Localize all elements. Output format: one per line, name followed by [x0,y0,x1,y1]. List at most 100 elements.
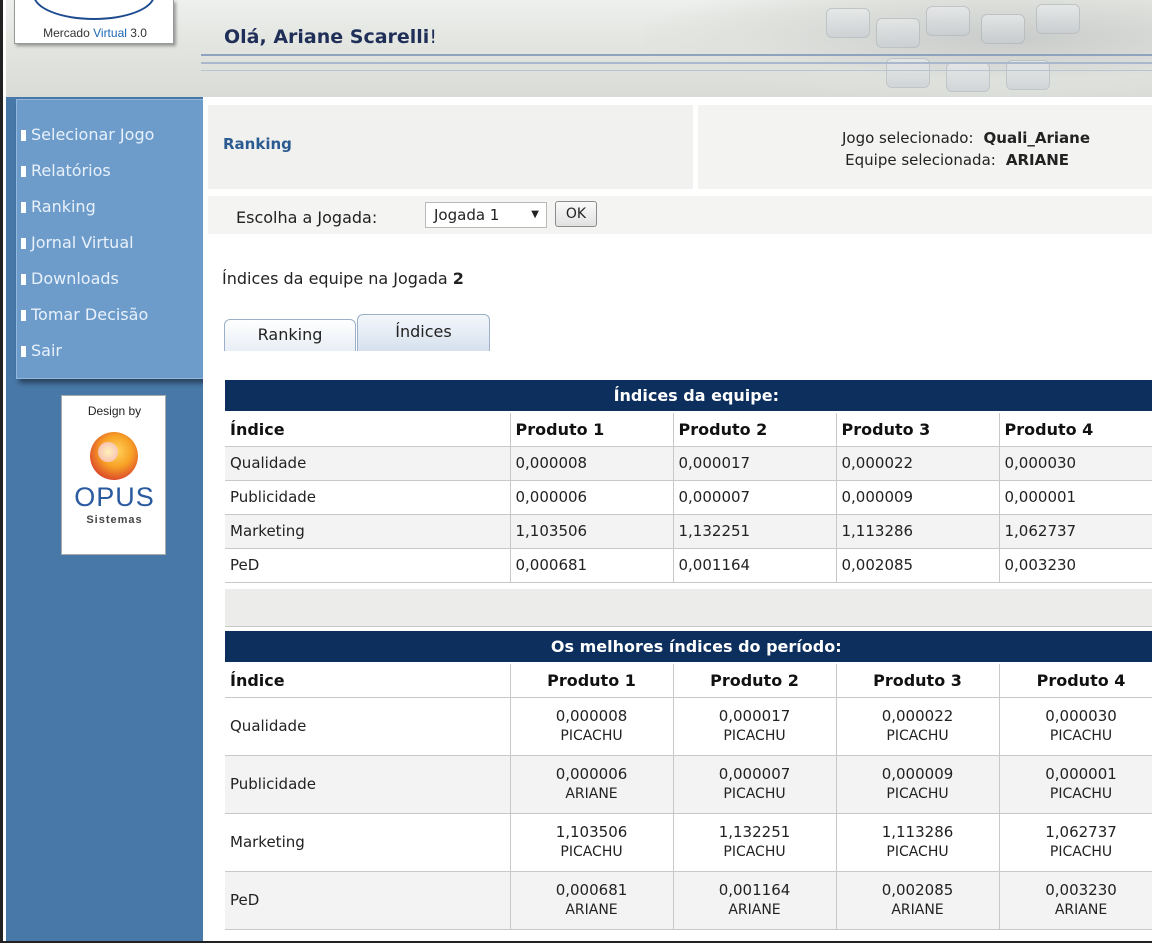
tab-indices[interactable]: Índices [357,314,490,351]
opus-subtitle: Sistemas [86,514,143,526]
sidebar-item-sair[interactable]: Sair [17,336,205,372]
sidebar-menu: Selecionar Jogo Relatórios Ranking Jorna… [16,99,206,379]
sidebar-item-tomar-decisao[interactable]: Tomar Decisão [17,300,205,336]
bullet-icon [21,346,26,357]
table-cell: 1,062737 PICACHU [999,813,1152,872]
ok-button[interactable]: OK [555,201,597,227]
table-cell: 1,113286 PICACHU [836,813,1000,872]
table-cell: 0,003230 ARIANE [999,871,1152,930]
table-cell: 0,002085 ARIANE [836,871,1000,930]
table-cell: Marketing [225,813,511,872]
table-row: PeD 0,000681 0,001164 0,002085 0,003230 [225,548,1152,583]
table-cell: 0,000030 [999,446,1152,481]
calculator-key-graphic [946,62,990,92]
table-row: Marketing 1,103506 PICACHU 1,132251 PICACH… [225,813,1152,872]
table-cell: 1,103506 PICACHU [510,813,674,872]
column-header: Produto 4 [999,412,1152,447]
page-head: Ranking [208,105,693,189]
main-content: Ranking Jogo selecionado: Quali_Ariane Eq… [203,97,1152,941]
table-cell: 0,000008 [510,446,674,481]
chevron-down-icon: ▼ [531,209,539,220]
table-cell: 1,113286 [836,514,1000,549]
tab-ranking[interactable]: Ranking [224,319,356,351]
column-header: Produto 1 [510,663,674,698]
table-cell: 0,000017 [673,446,837,481]
jogada-chooser: Escolha a Jogada: Jogada 1 ▼ OK [208,196,1152,234]
table-cell: 0,000006 ARIANE [510,755,674,814]
table-cell: 0,000007 [673,480,837,515]
table-header-row: Índice Produto 1 Produto 2 Produto 3 Pro… [225,412,1152,447]
table-cell: Qualidade [225,697,511,756]
selected-game: Jogo selecionado: Quali_Ariane [841,129,1090,147]
table-cell: PeD [225,548,511,583]
sidebar-item-jornal-virtual[interactable]: Jornal Virtual [17,228,205,264]
table-cell: PeD [225,871,511,930]
bullet-icon [21,274,26,285]
header-banner: Mercado Virtual 3.0 Olá, Ariane Scarelli… [6,0,1152,97]
column-header: Índice [225,663,511,698]
design-by-label: Design by [87,404,142,418]
column-header: Produto 2 [673,663,837,698]
indices-heading: Índices da equipe na Jogada 2 [222,269,464,288]
table-cell: 0,000022 PICACHU [836,697,1000,756]
app-frame: Mercado Virtual 3.0 Olá, Ariane Scarelli… [0,0,1152,943]
table-cell: 0,000009 PICACHU [836,755,1000,814]
bullet-icon [21,166,26,177]
header-stripe [201,70,1152,71]
table-cell: 1,103506 [510,514,674,549]
sidebar-item-relatorios[interactable]: Relatórios [17,156,205,192]
table-cell: 0,000007 PICACHU [673,755,837,814]
table-cell: 0,000006 [510,480,674,515]
table-row: PeD 0,000681 ARIANE 0,001164 ARIANE 0,0020… [225,871,1152,930]
logo[interactable]: Mercado Virtual 3.0 [14,0,174,44]
table-cell: 0,002085 [836,548,1000,583]
table-row: Publicidade 0,000006 0,000007 0,000009 0… [225,480,1152,515]
opus-name: OPUS [74,482,155,512]
column-header: Produto 1 [510,412,674,447]
table-cell: 0,000681 [510,548,674,583]
table-cell: 1,132251 PICACHU [673,813,837,872]
table-cell: 0,000030 PICACHU [999,697,1152,756]
table-cell: 0,000009 [836,480,1000,515]
opus-logo-icon [90,432,138,480]
team-indices-table: Índices da equipe: Índice Produto 1 Prod… [225,380,1152,583]
table-cell: 0,000008 PICACHU [510,697,674,756]
table-cell: 0,003230 [999,548,1152,583]
table-cell: 0,000001 PICACHU [999,755,1152,814]
table-header-row: Índice Produto 1 Produto 2 Produto 3 Pro… [225,663,1152,698]
jogada-label: Escolha a Jogada: [236,208,378,227]
table-title: Índices da equipe: [225,380,1152,413]
sidebar-item-selecionar-jogo[interactable]: Selecionar Jogo [17,120,205,156]
jogada-select[interactable]: Jogada 1 ▼ [425,202,547,228]
column-header: Produto 3 [836,663,1000,698]
table-cell: Publicidade [225,480,511,515]
table-cell: Qualidade [225,446,511,481]
sidebar-item-ranking[interactable]: Ranking [17,192,205,228]
table-row: Marketing 1,103506 1,132251 1,113286 1,0… [225,514,1152,549]
column-header: Produto 4 [999,663,1152,698]
bullet-icon [21,238,26,249]
sidebar: Selecionar Jogo Relatórios Ranking Jorna… [6,97,206,941]
table-title: Os melhores índices do período: [225,631,1152,664]
column-header: Produto 3 [836,412,1000,447]
column-header: Índice [225,412,511,447]
bullet-icon [21,310,26,321]
calculator-key-graphic [981,14,1025,44]
table-cell: 0,000017 PICACHU [673,697,837,756]
best-indices-table: Os melhores índices do período: Índice P… [225,631,1152,930]
table-cell: 0,000001 [999,480,1152,515]
calculator-key-graphic [926,6,970,36]
table-cell: 0,001164 [673,548,837,583]
calculator-key-graphic [1036,4,1080,34]
table-row: Qualidade 0,000008 0,000017 0,000022 0,0… [225,446,1152,481]
design-by-badge[interactable]: Design by OPUS Sistemas [61,395,166,555]
calculator-key-graphic [876,18,920,48]
table-cell: 0,001164 ARIANE [673,871,837,930]
greeting: Olá, Ariane Scarelli! [224,26,437,48]
table-cell: Publicidade [225,755,511,814]
selected-team: Equipe selecionada: ARIANE [845,151,1069,169]
sidebar-item-downloads[interactable]: Downloads [17,264,205,300]
calculator-key-graphic [826,8,870,38]
table-row: Qualidade 0,000008 PICACHU 0,000017 PICACH… [225,697,1152,756]
table-cell: 0,000681 ARIANE [510,871,674,930]
